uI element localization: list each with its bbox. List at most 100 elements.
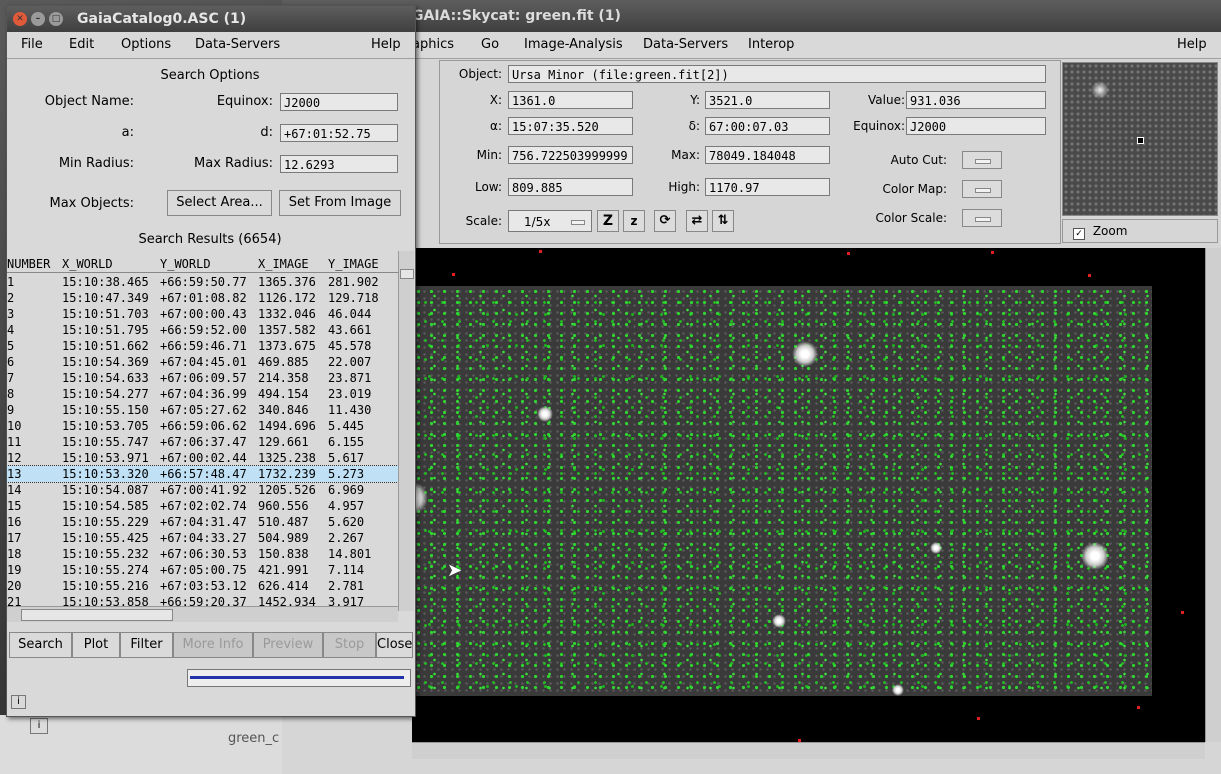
min-field[interactable]: 756.722503999999 — [508, 146, 633, 164]
column-header[interactable]: Y_IMAGE — [328, 256, 379, 272]
menu-go[interactable]: Go — [481, 32, 499, 58]
table-row[interactable]: 11 15:10:55.747 +67:06:37.47 129.661 6.155 — [7, 434, 398, 450]
table-row[interactable]: 4 15:10:51.795 +66:59:52.00 1357.582 43.661 — [7, 322, 398, 338]
maximize-window-icon[interactable]: □ — [49, 12, 63, 26]
table-row[interactable]: 16 15:10:55.229 +67:04:31.47 510.487 5.620 — [7, 514, 398, 530]
zoom-view[interactable] — [1062, 62, 1218, 216]
table-row[interactable]: 21 15:10:53.858 +66:59:20.37 1452.934 3.917 — [7, 594, 398, 606]
table-row[interactable]: 1 15:10:38.465 +66:59:50.77 1365.376 281.902 — [7, 274, 398, 290]
scale-select[interactable]: 1/5x — [508, 210, 592, 232]
alpha-field[interactable]: 15:07:35.520 — [508, 117, 633, 135]
zoom-toggle[interactable]: ✓ Zoom — [1062, 219, 1218, 243]
dec-field[interactable]: +67:01:52.75 — [280, 124, 398, 142]
menu-data-servers[interactable]: Data-Servers — [195, 32, 280, 58]
table-row[interactable]: 19 15:10:55.274 +67:05:00.75 421.991 7.114 — [7, 562, 398, 578]
table-cell: 15:10:53.858 — [62, 595, 149, 606]
max-radius-field[interactable]: 12.6293 — [280, 155, 398, 173]
table-cell: 15:10:51.662 — [62, 339, 149, 353]
image-horizontal-scrollbar[interactable] — [412, 742, 1205, 759]
table-row[interactable]: 17 15:10:55.425 +67:04:33.27 504.989 2.267 — [7, 530, 398, 546]
high-field[interactable]: 1170.97 — [705, 178, 830, 196]
column-header[interactable]: NUMBER — [7, 256, 50, 272]
table-row[interactable]: 20 15:10:55.216 +67:03:53.12 626.414 2.781 — [7, 578, 398, 594]
rotate-icon[interactable]: ⟳ — [654, 210, 676, 232]
stop-button[interactable]: Stop — [323, 632, 376, 658]
menu-options[interactable]: Options — [121, 32, 171, 58]
results-vertical-scrollbar[interactable] — [398, 251, 414, 611]
autocut-menu-button[interactable] — [962, 151, 1002, 169]
info-icon[interactable]: i — [11, 695, 26, 709]
flip-y-icon[interactable]: ⇅ — [712, 210, 734, 232]
menu-data-servers[interactable]: Data-Servers — [643, 32, 728, 58]
table-row[interactable]: 8 15:10:54.277 +67:04:36.99 494.154 23.019 — [7, 386, 398, 402]
x-label: X: — [489, 93, 502, 107]
column-header[interactable]: X_WORLD — [62, 256, 113, 272]
zoom-checkbox[interactable]: ✓ — [1073, 228, 1085, 240]
table-cell: 15:10:53.971 — [62, 451, 149, 465]
table-row[interactable]: 12 15:10:53.971 +67:00:02.44 1325.238 5.617 — [7, 450, 398, 466]
table-row[interactable]: 5 15:10:51.662 +66:59:46.71 1373.675 45.578 — [7, 338, 398, 354]
scrollbar-thumb[interactable] — [21, 609, 173, 621]
value-field[interactable]: 931.036 — [906, 91, 1046, 109]
colormap-menu-button[interactable] — [962, 180, 1002, 198]
scrollbar-thumb[interactable] — [400, 269, 414, 279]
table-cell: +67:00:41.92 — [160, 483, 247, 497]
table-cell: +66:59:20.37 — [160, 595, 247, 606]
search-button[interactable]: Search — [9, 632, 72, 658]
table-row[interactable]: 18 15:10:55.232 +67:06:30.53 150.838 14.801 — [7, 546, 398, 562]
image-vertical-scrollbar[interactable] — [1205, 248, 1221, 742]
skycat-menubar: aphics Go Image-Analysis Data-Servers In… — [282, 32, 1221, 59]
select-area-button[interactable]: Select Area... — [167, 190, 272, 216]
table-row[interactable]: 15 15:10:54.585 +67:02:02.74 960.556 4.957 — [7, 498, 398, 514]
table-row[interactable]: 3 15:10:51.703 +67:00:00.43 1332.046 46.044 — [7, 306, 398, 322]
column-header[interactable]: Y_WORLD — [160, 256, 211, 272]
max-field[interactable]: 78049.184048 — [705, 146, 830, 164]
equinox-field[interactable]: J2000 — [280, 93, 398, 111]
skycat-title: GAIA::Skycat: green.fit (1) — [412, 8, 621, 24]
preview-button[interactable]: Preview — [253, 632, 323, 658]
menu-graphics[interactable]: aphics — [412, 32, 454, 58]
menu-edit[interactable]: Edit — [69, 32, 94, 58]
table-row[interactable]: 9 15:10:55.150 +67:05:27.62 340.846 11.430 — [7, 402, 398, 418]
column-header[interactable]: X_IMAGE — [258, 256, 309, 272]
object-field[interactable]: Ursa Minor (file:green.fit[2]) — [508, 65, 1046, 83]
table-row[interactable]: 6 15:10:54.369 +67:04:45.01 469.885 22.007 — [7, 354, 398, 370]
y-field[interactable]: 3521.0 — [705, 91, 830, 109]
zoom-in-z-icon[interactable]: Z — [597, 210, 619, 232]
table-row[interactable]: 7 15:10:54.633 +67:06:09.57 214.358 23.871 — [7, 370, 398, 386]
plot-button[interactable]: Plot — [72, 632, 120, 658]
delta-field[interactable]: 67:00:07.03 — [705, 117, 830, 135]
flip-x-icon[interactable]: ⇄ — [686, 210, 708, 232]
table-row[interactable]: 10 15:10:53.705 +66:59:06.62 1494.696 5.445 — [7, 418, 398, 434]
more-info-button[interactable]: More Info — [173, 632, 253, 658]
table-cell: +67:05:27.62 — [160, 403, 247, 417]
close-window-icon[interactable]: ✕ — [13, 12, 27, 26]
max-label: Max: — [671, 148, 700, 162]
x-field[interactable]: 1361.0 — [508, 91, 633, 109]
table-cell: 15:10:55.425 — [62, 531, 149, 545]
set-from-image-button[interactable]: Set From Image — [279, 190, 401, 216]
table-cell: 1732.239 — [258, 467, 316, 481]
zoom-out-z-icon[interactable]: z — [623, 210, 645, 232]
table-row[interactable]: 14 15:10:54.087 +67:00:41.92 1205.526 6.969 — [7, 482, 398, 498]
menu-interop[interactable]: Interop — [748, 32, 794, 58]
menu-image-analysis[interactable]: Image-Analysis — [524, 32, 623, 58]
colorscale-menu-button[interactable] — [962, 209, 1002, 227]
filter-button[interactable]: Filter — [120, 632, 173, 658]
table-row[interactable]: 13 15:10:53.320 +66:57:48.47 1732.239 5.273 — [7, 465, 398, 483]
equinox-field[interactable]: J2000 — [906, 117, 1046, 135]
minimize-window-icon[interactable]: – — [31, 12, 45, 26]
results-horizontal-scrollbar[interactable] — [7, 606, 398, 622]
menu-file[interactable]: File — [21, 32, 43, 58]
table-row[interactable]: 2 15:10:47.349 +67:01:08.82 1126.172 129.718 — [7, 290, 398, 306]
info-icon[interactable]: i — [30, 718, 48, 734]
results-table[interactable]: 1 15:10:38.465 +66:59:50.77 1365.376 281.902… — [7, 274, 398, 606]
image-canvas[interactable]: ➤ — [412, 248, 1205, 742]
low-field[interactable]: 809.885 — [508, 178, 633, 196]
menu-help[interactable]: Help — [1177, 32, 1207, 58]
table-cell: 129.718 — [328, 291, 379, 305]
menu-help[interactable]: Help — [371, 32, 401, 58]
table-cell: 15:10:54.585 — [62, 499, 149, 513]
table-cell: 43.661 — [328, 323, 372, 337]
close-button[interactable]: Close — [376, 632, 413, 658]
